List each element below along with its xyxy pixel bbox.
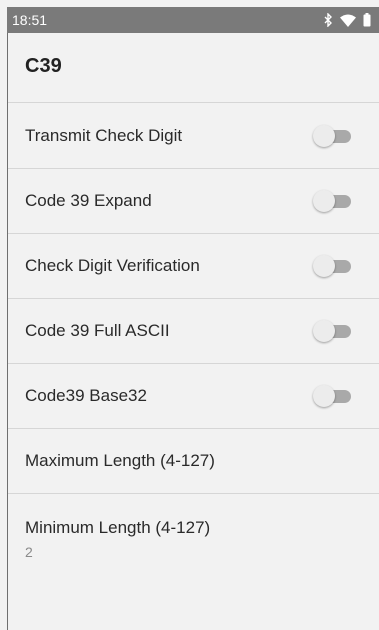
switch-thumb [313,320,335,342]
switch-thumb [313,125,335,147]
setting-value: 2 [25,544,33,560]
setting-label: Minimum Length (4-127) [25,518,211,537]
toggle-switch[interactable] [313,385,351,407]
status-time: 18:51 [12,12,48,28]
page-title: C39 [25,55,62,77]
toggle-switch[interactable] [313,190,351,212]
switch-thumb [313,385,335,407]
toggle-switch[interactable] [313,320,351,342]
setting-code39-expand[interactable]: Code 39 Expand [8,169,379,234]
settings-list: Transmit Check Digit Code 39 Expand Chec… [8,104,379,584]
status-icons [323,13,371,27]
switch-thumb [313,190,335,212]
toggle-switch[interactable] [313,125,351,147]
battery-icon [363,13,371,27]
bluetooth-icon [323,13,333,27]
setting-label: Code 39 Full ASCII [25,321,170,340]
app-bar: C39 [8,33,379,103]
setting-label: Transmit Check Digit [25,126,183,145]
switch-thumb [313,255,335,277]
wifi-icon [340,14,356,27]
setting-maximum-length[interactable]: Maximum Length (4-127) [8,429,379,494]
toggle-switch[interactable] [313,255,351,277]
setting-transmit-check-digit[interactable]: Transmit Check Digit [8,104,379,169]
status-bar: 18:51 [7,7,379,33]
setting-label: Maximum Length (4-127) [25,451,215,470]
setting-check-digit-verification[interactable]: Check Digit Verification [8,234,379,299]
setting-label: Code 39 Expand [25,191,152,210]
setting-minimum-length[interactable]: Minimum Length (4-127) 2 [8,494,379,584]
setting-code39-base32[interactable]: Code39 Base32 [8,364,379,429]
setting-code39-full-ascii[interactable]: Code 39 Full ASCII [8,299,379,364]
setting-label: Code39 Base32 [25,386,147,405]
setting-label: Check Digit Verification [25,256,200,275]
